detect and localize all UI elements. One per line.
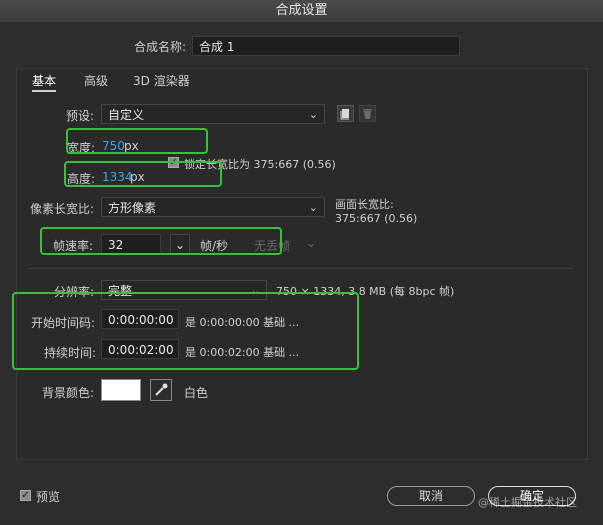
pixel-aspect-dropdown[interactable]: 方形像素 ⌄ xyxy=(101,197,325,217)
preview-label: 预览 xyxy=(36,490,61,504)
tab-advanced[interactable]: 高级 xyxy=(84,72,108,90)
frame-aspect-label: 画面长宽比: xyxy=(335,198,394,211)
pixel-aspect-value: 方形像素 xyxy=(108,201,157,215)
highlight-box-width xyxy=(66,128,208,154)
comp-name-label: 合成名称: xyxy=(134,40,187,54)
tab-3d-renderer[interactable]: 3D 渲染器 xyxy=(133,72,190,90)
comp-name-input[interactable]: 合成 1 xyxy=(192,36,460,56)
window-title-bar: 合成设置 xyxy=(0,0,603,23)
checkbox-checked-icon[interactable]: ✓ xyxy=(20,490,31,501)
cancel-button[interactable]: 取消 xyxy=(387,486,475,506)
save-preset-icon[interactable] xyxy=(337,105,354,122)
preset-value: 自定义 xyxy=(108,108,145,122)
preset-label: 预设: xyxy=(66,109,95,123)
chevron-down-icon: ⌄ xyxy=(308,108,318,121)
chevron-down-icon: ⌄ xyxy=(308,201,318,214)
highlight-box-frame-rate xyxy=(40,227,282,255)
settings-panel xyxy=(16,68,588,460)
delete-preset-icon[interactable] xyxy=(359,105,376,122)
watermark: @稀土掘金技术社区 xyxy=(478,496,577,509)
tab-basic[interactable]: 基本 xyxy=(32,72,57,92)
highlight-box-height xyxy=(64,161,222,187)
highlight-box-time xyxy=(12,292,359,370)
divider xyxy=(28,268,573,269)
pixel-aspect-label: 像素长宽比: xyxy=(30,202,95,216)
background-color-swatch[interactable] xyxy=(101,379,141,401)
window-title: 合成设置 xyxy=(275,3,328,18)
preset-dropdown[interactable]: 自定义 ⌄ xyxy=(101,104,325,124)
background-color-label: 背景颜色: xyxy=(42,386,95,400)
background-color-name: 白色 xyxy=(184,386,209,400)
chevron-down-icon: ⌄ xyxy=(306,236,317,250)
eyedropper-icon[interactable] xyxy=(150,379,172,401)
frame-aspect-value: 375:667 (0.56) xyxy=(335,212,418,225)
